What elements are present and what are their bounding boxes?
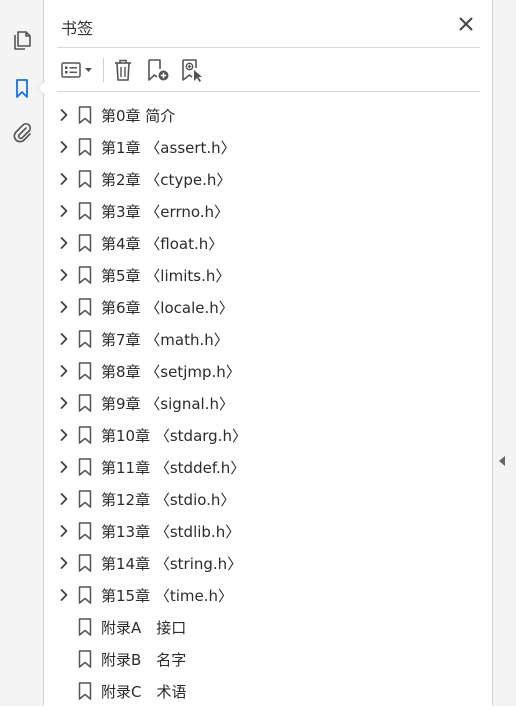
bookmarks-panel: 书签 第0章 简介 第1章 〈assert.h〉 第2章 〈ctype.h〉 第… bbox=[45, 0, 492, 706]
new-bookmark-icon bbox=[148, 59, 169, 81]
bookmark-item[interactable]: 第9章 〈signal.h〉 bbox=[45, 387, 492, 419]
header-divider bbox=[57, 47, 480, 48]
bookmark-icon bbox=[78, 394, 92, 412]
new-bookmark-from-structure-button[interactable] bbox=[179, 56, 205, 84]
bookmark-icon bbox=[78, 170, 92, 188]
options-menu-icon bbox=[61, 62, 92, 78]
bookmark-icon bbox=[78, 650, 92, 668]
bookmark-item[interactable]: 第0章 简介 bbox=[45, 99, 492, 131]
expand-chevron-icon[interactable] bbox=[57, 364, 71, 378]
delete-icon bbox=[115, 59, 131, 81]
bookmark-item[interactable]: 第8章 〈setjmp.h〉 bbox=[45, 355, 492, 387]
options-menu-button[interactable] bbox=[59, 56, 97, 84]
bookmark-toolbar bbox=[45, 52, 492, 88]
bookmark-icon bbox=[78, 138, 92, 156]
active-panel-pointer bbox=[37, 80, 45, 96]
expand-chevron-icon[interactable] bbox=[57, 428, 71, 442]
bookmark-item[interactable]: 第7章 〈math.h〉 bbox=[45, 323, 492, 355]
bookmark-label: 第1章 〈assert.h〉 bbox=[101, 139, 236, 157]
panel-title: 书签 bbox=[61, 19, 94, 38]
bookmark-label: 第2章 〈ctype.h〉 bbox=[101, 171, 232, 189]
bookmark-label: 第10章 〈stdarg.h〉 bbox=[101, 427, 247, 445]
close-panel-button[interactable] bbox=[456, 14, 476, 34]
bookmark-item[interactable]: 第13章 〈stdlib.h〉 bbox=[45, 515, 492, 547]
bookmark-item[interactable]: 附录C 术语 bbox=[45, 675, 492, 707]
bookmark-icon bbox=[78, 234, 92, 252]
close-icon bbox=[459, 17, 473, 31]
bookmark-item[interactable]: 第12章 〈stdio.h〉 bbox=[45, 483, 492, 515]
bookmark-label: 第9章 〈signal.h〉 bbox=[101, 395, 234, 413]
expand-chevron-icon[interactable] bbox=[57, 332, 71, 346]
bookmark-icon bbox=[78, 522, 92, 540]
bookmark-icon bbox=[78, 106, 92, 124]
expand-chevron-icon[interactable] bbox=[57, 396, 71, 410]
bookmark-item[interactable]: 附录A 接口 bbox=[45, 611, 492, 643]
expand-chevron-icon[interactable] bbox=[57, 236, 71, 250]
bookmark-label: 第3章 〈errno.h〉 bbox=[101, 203, 230, 221]
bookmark-icon bbox=[78, 426, 92, 444]
bookmark-icon bbox=[78, 682, 92, 700]
bookmark-label: 附录C 术语 bbox=[101, 683, 187, 701]
bookmark-icon bbox=[78, 362, 92, 380]
expand-chevron-icon[interactable] bbox=[57, 588, 71, 602]
expand-panel-arrow-icon[interactable] bbox=[499, 456, 505, 466]
bookmark-list: 第0章 简介 第1章 〈assert.h〉 第2章 〈ctype.h〉 第3章 … bbox=[45, 99, 492, 707]
bookmark-item[interactable]: 第11章 〈stddef.h〉 bbox=[45, 451, 492, 483]
bookmark-item[interactable]: 附录B 名字 bbox=[45, 643, 492, 675]
bookmark-label: 第6章 〈locale.h〉 bbox=[101, 299, 234, 317]
expand-chevron-icon[interactable] bbox=[57, 108, 71, 122]
bookmark-item[interactable]: 第5章 〈limits.h〉 bbox=[45, 259, 492, 291]
toolbar-separator bbox=[103, 58, 104, 82]
expand-chevron-icon[interactable] bbox=[57, 492, 71, 506]
bookmark-item[interactable]: 第3章 〈errno.h〉 bbox=[45, 195, 492, 227]
bookmark-item[interactable]: 第14章 〈string.h〉 bbox=[45, 547, 492, 579]
expand-chevron-icon[interactable] bbox=[57, 524, 71, 538]
left-nav-rail bbox=[0, 0, 45, 706]
bookmark-label: 第14章 〈string.h〉 bbox=[101, 555, 243, 573]
bookmark-item[interactable]: 第1章 〈assert.h〉 bbox=[45, 131, 492, 163]
expand-chevron-icon[interactable] bbox=[57, 300, 71, 314]
expand-chevron-icon[interactable] bbox=[57, 140, 71, 154]
expand-chevron-icon[interactable] bbox=[57, 172, 71, 186]
toolbar-divider bbox=[57, 91, 480, 92]
new-bookmark-from-structure-icon bbox=[182, 59, 202, 82]
bookmark-label: 第7章 〈math.h〉 bbox=[101, 331, 229, 349]
bookmark-icon bbox=[78, 202, 92, 220]
bookmark-label: 第11章 〈stddef.h〉 bbox=[101, 459, 246, 477]
panel-header: 书签 bbox=[45, 0, 492, 48]
bookmark-icon bbox=[78, 586, 92, 604]
bookmark-label: 附录B 名字 bbox=[101, 651, 187, 669]
bookmark-label: 第8章 〈setjmp.h〉 bbox=[101, 363, 241, 381]
delete-bookmark-button[interactable] bbox=[111, 56, 135, 84]
bookmark-item[interactable]: 第2章 〈ctype.h〉 bbox=[45, 163, 492, 195]
bookmark-label: 第12章 〈stdio.h〉 bbox=[101, 491, 236, 509]
bookmark-icon[interactable] bbox=[10, 76, 34, 100]
bookmark-label: 第4章 〈float.h〉 bbox=[101, 235, 224, 253]
expand-chevron-icon[interactable] bbox=[57, 268, 71, 282]
bookmark-icon bbox=[78, 554, 92, 572]
bookmark-icon bbox=[78, 490, 92, 508]
bookmark-icon bbox=[78, 618, 92, 636]
bookmark-label: 第0章 简介 bbox=[101, 107, 176, 125]
bookmark-item[interactable]: 第6章 〈locale.h〉 bbox=[45, 291, 492, 323]
bookmark-icon bbox=[78, 266, 92, 284]
bookmark-label: 第5章 〈limits.h〉 bbox=[101, 267, 231, 285]
bookmark-label: 第13章 〈stdlib.h〉 bbox=[101, 523, 241, 541]
bookmark-item[interactable]: 第15章 〈time.h〉 bbox=[45, 579, 492, 611]
expand-chevron-icon[interactable] bbox=[57, 460, 71, 474]
paperclip-icon[interactable] bbox=[10, 120, 34, 144]
bookmark-item[interactable]: 第10章 〈stdarg.h〉 bbox=[45, 419, 492, 451]
bookmark-item[interactable]: 第4章 〈float.h〉 bbox=[45, 227, 492, 259]
bookmark-label: 附录A 接口 bbox=[101, 619, 187, 637]
expand-chevron-icon[interactable] bbox=[57, 204, 71, 218]
new-bookmark-button[interactable] bbox=[145, 56, 171, 84]
right-collapse-rail bbox=[492, 0, 516, 706]
bookmark-label: 第15章 〈time.h〉 bbox=[101, 587, 234, 605]
bookmark-icon bbox=[78, 298, 92, 316]
bookmark-icon bbox=[78, 330, 92, 348]
bookmark-icon bbox=[78, 458, 92, 476]
pages-icon[interactable] bbox=[10, 28, 34, 52]
expand-chevron-icon[interactable] bbox=[57, 556, 71, 570]
